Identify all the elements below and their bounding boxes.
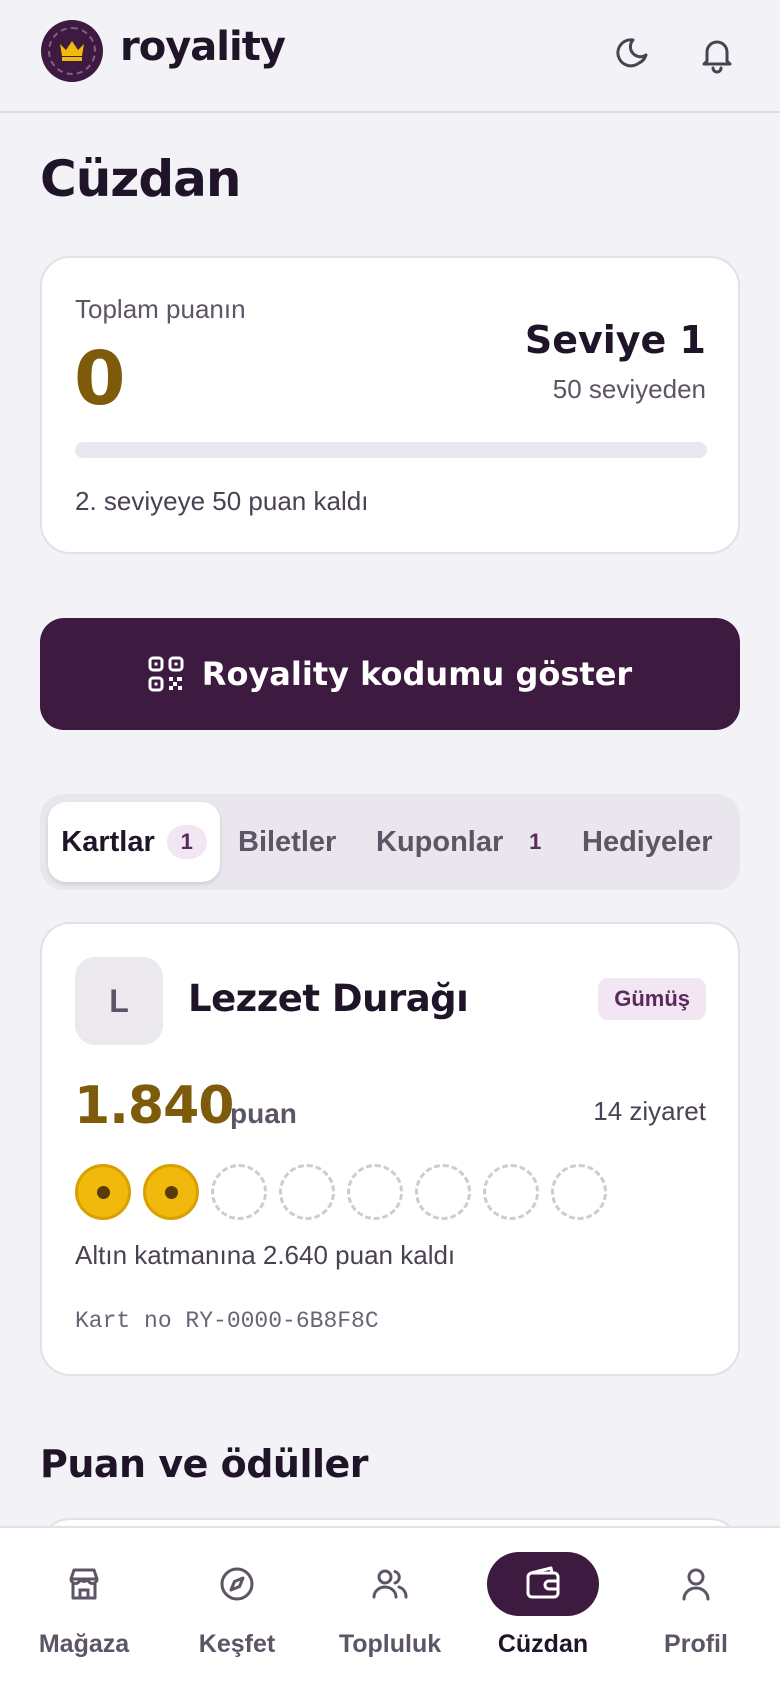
merchant-name: Lezzet Durağı	[188, 977, 469, 1020]
visit-count: 14 ziyaret	[593, 1096, 706, 1126]
user-icon	[682, 1568, 710, 1601]
tab-label: Kartlar	[61, 825, 155, 858]
stamp-empty	[347, 1164, 403, 1220]
tab-hediyeler[interactable]: Hediyeler	[582, 802, 713, 882]
nav-item-kesfet[interactable]: Keşfet	[167, 1552, 307, 1672]
nav-label: Cüzdan	[497, 1630, 589, 1658]
nav-icon-wrap	[640, 1552, 752, 1616]
tab-count-badge: 1	[166, 825, 207, 859]
compass-icon	[220, 1567, 254, 1601]
nav-item-profil[interactable]: Profil	[626, 1552, 766, 1672]
page-title: Cüzdan	[40, 150, 242, 208]
show-code-label: Royality kodumu göster	[201, 655, 633, 693]
nav-item-topluluk[interactable]: Topluluk	[320, 1552, 460, 1672]
stamp-filled	[143, 1164, 199, 1220]
notifications-button[interactable]	[697, 34, 737, 74]
tab-label: Kuponlar	[376, 825, 504, 858]
tab-label: Biletler	[238, 825, 337, 858]
card-points-value: 1.840	[74, 1076, 234, 1136]
tab-kartlar[interactable]: Kartlar 1	[48, 802, 220, 882]
nav-item-cuzdan[interactable]: Cüzdan	[473, 1552, 613, 1672]
stamp-empty	[415, 1164, 471, 1220]
nav-item-magaza[interactable]: Mağaza	[14, 1552, 154, 1672]
brand-name: royality	[120, 24, 286, 70]
section-title: Puan ve ödüller	[40, 1442, 369, 1486]
nav-icon-wrap	[28, 1552, 140, 1616]
qr-code-icon	[148, 656, 184, 692]
tab-biletler[interactable]: Biletler	[238, 802, 336, 882]
next-tier-text: Altın katmanına 2.640 puan kaldı	[75, 1240, 456, 1270]
stamp-empty	[211, 1164, 267, 1220]
stamp-empty	[551, 1164, 607, 1220]
points-summary-card: Toplam puanın 0 Seviye 1 50 seviyeden 2.…	[40, 256, 740, 554]
total-points-label: Toplam puanın	[75, 294, 246, 324]
loyalty-card[interactable]: L Lezzet Durağı Gümüş 1.840 puan 14 ziya…	[40, 922, 740, 1376]
nav-icon-wrap	[487, 1552, 599, 1616]
top-bar: royality	[0, 0, 780, 113]
nav-label: Profil	[664, 1630, 728, 1658]
stamp-filled	[75, 1164, 131, 1220]
users-icon	[372, 1569, 408, 1599]
nav-icon-wrap	[334, 1552, 446, 1616]
card-points-unit: puan	[230, 1098, 297, 1129]
wallet-screen: royality Cüzdan Toplam puanın 0 Seviye 1…	[0, 0, 780, 1688]
level-subtitle: 50 seviyeden	[552, 374, 706, 404]
stamp-empty	[483, 1164, 539, 1220]
logo[interactable]	[41, 20, 103, 82]
nav-label: Keşfet	[198, 1630, 276, 1658]
total-points-value: 0	[74, 336, 126, 422]
level-progress-bar	[75, 442, 707, 458]
tab-count-badge: 1	[529, 829, 542, 854]
level-remaining-text: 2. seviyeye 50 puan kaldı	[75, 486, 369, 516]
wallet-icon	[526, 1566, 560, 1599]
nav-label: Topluluk	[338, 1630, 442, 1658]
moon-icon	[616, 38, 648, 68]
level-title: Seviye 1	[524, 318, 706, 362]
stamp-empty	[279, 1164, 335, 1220]
store-icon	[69, 1568, 99, 1600]
crown-icon	[60, 41, 84, 61]
wallet-tabs: Kartlar 1 Biletler Kuponlar 1 Hediyeler	[40, 794, 740, 890]
merchant-avatar: L	[75, 957, 163, 1045]
show-code-button[interactable]: Royality kodumu göster	[40, 618, 740, 730]
tier-badge: Gümüş	[598, 978, 706, 1020]
theme-toggle-button[interactable]	[613, 34, 653, 74]
tab-kuponlar[interactable]: Kuponlar 1	[376, 802, 555, 882]
tab-label: Hediyeler	[582, 825, 713, 858]
nav-label: Mağaza	[38, 1630, 130, 1658]
nav-icon-wrap	[181, 1552, 293, 1616]
bottom-navigation: Mağaza Keşfet Topluluk Cüzdan Profil	[0, 1526, 780, 1688]
card-number: Kart no RY-0000-6B8F8C	[75, 1308, 379, 1334]
bell-icon	[702, 40, 732, 74]
